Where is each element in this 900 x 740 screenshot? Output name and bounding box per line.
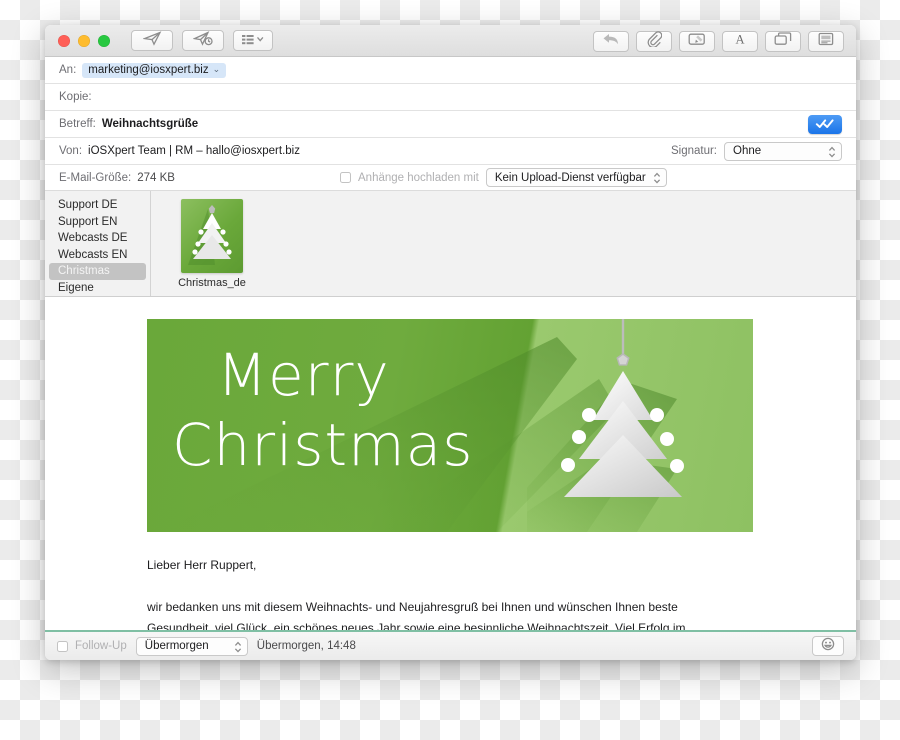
signature-select[interactable]: Ohne (724, 141, 842, 162)
signature-label: Signatur: (670, 145, 717, 157)
header-fields-button[interactable] (233, 30, 273, 51)
message-body[interactable]: Merry Christmas Lieber Herr Ruppert, wir… (45, 297, 856, 630)
markup-button[interactable] (679, 31, 715, 52)
to-recipient-token[interactable]: marketing@iosxpert.biz ⌄ (82, 62, 227, 78)
stationery-category-support-en[interactable]: Support EN (49, 214, 146, 231)
stationery-thumbnail-label: Christmas_de (178, 277, 246, 289)
send-button[interactable] (131, 30, 173, 51)
followup-checkbox[interactable] (57, 640, 68, 652)
stepper-icon (653, 171, 661, 188)
message-paragraph-1-line-2: Gesundheit, viel Glück, ein schönes neue… (147, 621, 686, 630)
message-paragraph-1-line-1: wir bedanken uns mit diesem Weihnachts- … (147, 600, 678, 614)
message-paragraph-1: wir bedanken uns mit diesem Weihnachts- … (147, 597, 747, 630)
stationery-template-item[interactable]: Christmas_de (175, 199, 249, 289)
stationery-icon (818, 32, 834, 51)
stationery-template-grid: Christmas_de (151, 191, 856, 296)
banner-line-1: Merry (217, 341, 390, 409)
upload-attachments-label: Anhänge hochladen mit (358, 171, 479, 184)
svg-text:A: A (735, 33, 744, 47)
upload-service-select[interactable]: Kein Upload-Dienst verfügbar (485, 168, 667, 188)
message-greeting: Lieber Herr Ruppert, (147, 558, 257, 572)
toolbar-left-group (122, 30, 273, 51)
stationery-picker: Support DE Support EN Webcasts DE Webcas… (45, 191, 856, 297)
field-row-cc[interactable]: Kopie: (45, 84, 856, 111)
stationery-category-christmas[interactable]: Christmas (49, 263, 146, 280)
chevron-down-icon[interactable]: ⌄ (213, 64, 221, 75)
attach-button[interactable] (636, 31, 672, 52)
smiley-icon (821, 637, 835, 656)
field-row-subject[interactable]: Betreff: Weihnachtsgrüße (45, 111, 856, 138)
list-chevron-icon (241, 32, 265, 50)
followup-select[interactable]: Übermorgen (135, 636, 248, 657)
photo-browser-icon (774, 32, 792, 51)
stationery-category-list: Support DE Support EN Webcasts DE Webcas… (45, 191, 151, 296)
photo-browser-button[interactable] (765, 31, 801, 52)
zoom-button[interactable] (98, 34, 110, 47)
compose-header-fields: An: marketing@iosxpert.biz ⌄ Kopie: Betr… (45, 57, 856, 191)
stationery-category-support-de[interactable]: Support DE (49, 197, 146, 214)
banner-line-2: Christmas (172, 411, 474, 479)
to-label: An: (59, 64, 77, 76)
stepper-icon (828, 145, 836, 162)
field-row-from: Von: iOSXpert Team | RM – hallo@iosxpert… (45, 138, 856, 165)
christmas-tree-illustration (527, 319, 684, 532)
field-row-to: An: marketing@iosxpert.biz ⌄ (45, 57, 856, 84)
stationery-category-webcasts-de[interactable]: Webcasts DE (49, 230, 146, 247)
upload-attachments-checkbox[interactable] (340, 172, 351, 183)
subject-label: Betreff: (59, 118, 96, 130)
upload-service-value: Kein Upload-Dienst verfügbar (494, 171, 646, 184)
to-recipient-address: marketing@iosxpert.biz (88, 63, 209, 76)
reply-button[interactable] (593, 31, 629, 52)
reply-arrow-icon (602, 32, 620, 51)
from-account[interactable]: iOSXpert Team | RM – hallo@iosxpert.biz (88, 145, 300, 157)
size-label: E-Mail-Größe: (59, 171, 132, 184)
minimize-button[interactable] (78, 34, 90, 47)
traffic-light-controls (58, 34, 110, 47)
christmas-tree-icon (188, 205, 232, 265)
format-button[interactable]: A (722, 31, 758, 52)
christmas-banner-image: Merry Christmas (147, 319, 753, 532)
send-confirm-badge[interactable] (808, 115, 842, 134)
close-button[interactable] (58, 34, 70, 47)
followup-label: Follow-Up (75, 640, 127, 652)
signature-group: Signatur: Ohne (670, 141, 842, 162)
cc-label: Kopie: (59, 91, 92, 103)
stationery-thumbnail[interactable] (181, 199, 243, 273)
upload-service-group: Anhänge hochladen mit Kein Upload-Dienst… (340, 168, 667, 187)
double-check-icon (815, 118, 835, 132)
stationery-category-webcasts-en[interactable]: Webcasts EN (49, 247, 146, 264)
paperclip-icon (646, 31, 663, 52)
stationery-button[interactable] (808, 31, 844, 52)
field-row-size: E-Mail-Größe: 274 KB Anhänge hochladen m… (45, 165, 856, 191)
stationery-category-eigene[interactable]: Eigene (49, 280, 146, 297)
toolbar-right-group: A (586, 31, 844, 52)
followup-date: Übermorgen, 14:48 (256, 640, 356, 652)
paper-plane-icon (141, 30, 162, 51)
letter-a-icon: A (733, 32, 747, 51)
size-value: 274 KB (137, 171, 175, 184)
signature-value: Ohne (733, 145, 762, 157)
followup-select-value: Übermorgen (144, 640, 209, 652)
mail-compose-window: A An: marketing@iosxpert.biz ⌄ Kopie: Be… (45, 25, 856, 660)
window-titlebar: A (45, 25, 856, 57)
send-later-button[interactable] (182, 30, 224, 51)
stepper-icon (234, 640, 242, 657)
markup-icon (688, 32, 706, 51)
from-label: Von: (59, 145, 83, 157)
emoji-button[interactable] (812, 636, 844, 656)
followup-bar: Follow-Up Übermorgen Übermorgen, 14:48 (45, 630, 856, 660)
paper-plane-clock-icon (191, 30, 214, 51)
subject-input[interactable]: Weihnachtsgrüße (102, 118, 198, 130)
